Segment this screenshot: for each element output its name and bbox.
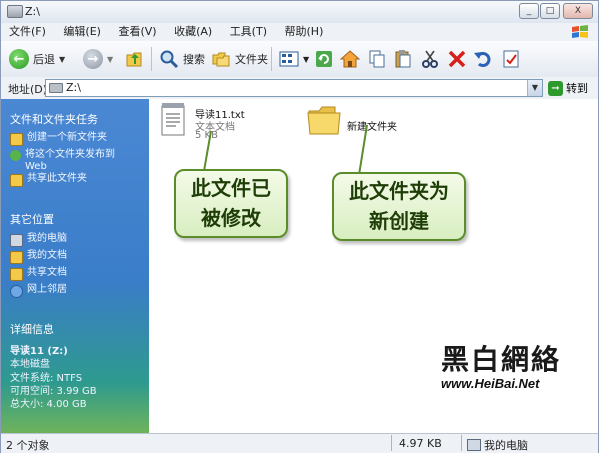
tasks-title[interactable]: 文件和文件夹任务 — [10, 111, 98, 127]
watermark-url: www.HeiBai.Net — [441, 376, 540, 391]
detail-total-size: 总大小: 4.00 GB — [10, 399, 87, 410]
window-title: Z:\ — [25, 5, 40, 18]
address-dropdown-icon[interactable]: ▼ — [527, 80, 542, 96]
task-publish-web[interactable]: 将这个文件夹发布到 Web — [10, 149, 138, 173]
views-dropdown-icon[interactable]: ▼ — [303, 55, 309, 64]
menu-tools[interactable]: 工具(T) — [230, 23, 267, 41]
folders-icon — [212, 52, 230, 67]
drive-icon — [49, 83, 63, 93]
watermark: 黑白網絡 www.HeiBai.Net — [441, 338, 561, 391]
go-arrow-icon: ➞ — [548, 80, 563, 96]
up-folder-icon[interactable] — [125, 49, 145, 69]
documents-folder-icon — [10, 251, 23, 264]
menu-file[interactable]: 文件(F) — [9, 23, 46, 41]
explorer-window: Z:\ _ □ X 文件(F) 编辑(E) 查看(V) 收藏(A) 工具(T) … — [0, 0, 599, 453]
computer-icon — [467, 439, 481, 451]
folders-button[interactable]: 文件夹 — [211, 48, 268, 70]
title-bar[interactable]: Z:\ _ □ X — [1, 1, 598, 24]
search-button[interactable]: 搜索 — [159, 48, 205, 70]
menu-edit[interactable]: 编辑(E) — [63, 23, 101, 41]
status-object-count: 2 个对象 — [6, 439, 50, 452]
details-title[interactable]: 详细信息 — [10, 321, 54, 337]
menu-help[interactable]: 帮助(H) — [285, 23, 324, 41]
address-input[interactable]: Z:\ ▼ — [45, 79, 543, 97]
close-button[interactable]: X — [563, 3, 593, 19]
toolbar: ← 后退 ▼ → ▼ 搜索 文件夹 ▼ — [1, 41, 598, 78]
computer-icon — [10, 234, 23, 247]
address-bar: 地址(D) Z:\ ▼ ➞ 转到 — [1, 77, 598, 100]
place-network[interactable]: 网上邻居 — [10, 284, 67, 298]
maximize-button[interactable]: □ — [540, 3, 560, 19]
home-icon[interactable] — [340, 49, 360, 69]
forward-dropdown-icon[interactable]: ▼ — [107, 55, 113, 64]
place-my-documents[interactable]: 我的文档 — [10, 250, 67, 264]
menu-view[interactable]: 查看(V) — [118, 23, 156, 41]
place-my-computer[interactable]: 我的电脑 — [10, 233, 67, 247]
globe-icon — [10, 150, 21, 161]
copy-icon[interactable] — [367, 49, 387, 69]
windows-logo-icon — [572, 25, 588, 38]
back-button[interactable]: ← 后退 ▼ — [9, 48, 65, 70]
menu-favorites[interactable]: 收藏(A) — [174, 23, 212, 41]
status-location: 我的电脑 — [467, 437, 528, 453]
refresh-icon[interactable] — [314, 49, 334, 69]
delete-icon[interactable] — [447, 49, 467, 69]
search-label: 搜索 — [183, 53, 205, 66]
task-new-folder[interactable]: 创建一个新文件夹 — [10, 132, 107, 146]
forward-arrow-icon: → — [83, 49, 103, 69]
places-title[interactable]: 其它位置 — [10, 211, 54, 227]
minimize-button[interactable]: _ — [519, 3, 539, 19]
status-size: 4.97 KB — [399, 437, 442, 450]
network-icon — [10, 285, 23, 298]
search-icon — [160, 50, 179, 69]
undo-icon[interactable] — [473, 49, 493, 69]
go-label: 转到 — [566, 82, 588, 95]
go-button[interactable]: ➞ 转到 — [548, 79, 588, 97]
detail-type: 本地磁盘 — [10, 359, 50, 370]
folders-label: 文件夹 — [235, 53, 268, 66]
place-shared-documents[interactable]: 共享文档 — [10, 267, 67, 281]
forward-button[interactable]: → ▼ — [83, 48, 113, 70]
back-label: 后退 — [33, 53, 55, 66]
paste-icon[interactable] — [393, 49, 413, 69]
views-icon — [279, 51, 299, 67]
properties-icon[interactable] — [501, 49, 521, 69]
watermark-brand: 黑白網絡 — [441, 343, 562, 376]
views-button[interactable]: ▼ — [279, 48, 309, 70]
address-value: Z:\ — [66, 81, 81, 94]
back-dropdown-icon[interactable]: ▼ — [59, 55, 65, 64]
address-label: 地址(D) — [8, 83, 48, 96]
shared-folder-icon — [10, 268, 23, 281]
task-pane: 文件和文件夹任务 创建一个新文件夹 将这个文件夹发布到 Web 共享此文件夹 其… — [1, 99, 149, 433]
back-arrow-icon: ← — [9, 49, 29, 69]
status-bar: 2 个对象 4.97 KB 我的电脑 — [1, 433, 598, 453]
cut-icon[interactable] — [420, 49, 440, 69]
callout-modified-file: 此文件已 被修改 — [174, 169, 288, 238]
menu-bar: 文件(F) 编辑(E) 查看(V) 收藏(A) 工具(T) 帮助(H) — [1, 23, 598, 42]
callout-new-folder: 此文件夹为 新创建 — [332, 172, 466, 241]
drive-icon — [7, 5, 23, 18]
share-folder-icon — [10, 174, 23, 187]
task-share-folder[interactable]: 共享此文件夹 — [10, 173, 87, 187]
new-folder-icon — [10, 133, 23, 146]
